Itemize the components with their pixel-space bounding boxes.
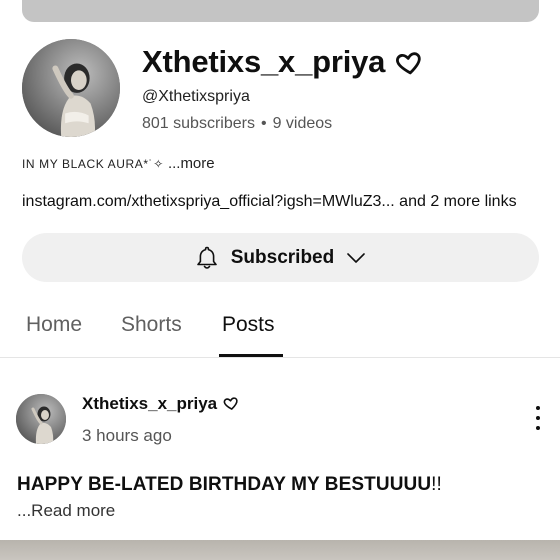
channel-avatar[interactable] <box>22 39 120 137</box>
channel-name: Xthetixs_x_priya <box>142 42 423 82</box>
bio-text: IN MY BLACK AURA*˙✧ <box>22 157 164 171</box>
channel-description[interactable]: IN MY BLACK AURA*˙✧ ...more <box>22 155 215 172</box>
channel-handle: @Xthetixspriya <box>142 88 250 105</box>
post-text-main: HAPPY BE-LATED BIRTHDAY MY BESTUUUU <box>17 474 432 495</box>
subscriber-count: 801 subscribers <box>142 115 255 132</box>
post-text-suffix: !! <box>431 474 442 495</box>
stats-separator: • <box>260 115 267 132</box>
chevron-down-icon <box>346 252 366 264</box>
active-tab-indicator <box>219 354 283 357</box>
tab-shorts[interactable]: Shorts <box>121 313 182 337</box>
post-image[interactable] <box>0 540 560 560</box>
more-vert-icon[interactable] <box>528 406 548 430</box>
channel-banner[interactable] <box>22 0 539 22</box>
subscribed-label: Subscribed <box>230 246 335 268</box>
tab-home[interactable]: Home <box>26 313 82 337</box>
video-count: 9 videos <box>272 115 333 132</box>
bio-more-link[interactable]: ...more <box>168 155 215 172</box>
subscribed-button[interactable]: Subscribed <box>22 233 539 282</box>
post-author-avatar[interactable] <box>16 394 66 444</box>
post-timestamp: 3 hours ago <box>82 426 172 445</box>
heart-outline-icon <box>223 397 239 411</box>
channel-tabs: Home Shorts Posts <box>0 300 560 358</box>
post-author[interactable]: Xthetixs_x_priya <box>82 394 239 414</box>
channel-name-text: Xthetixs_x_priya <box>142 44 386 79</box>
post-text: HAPPY BE-LATED BIRTHDAY MY BESTUUUU!! <box>17 474 442 496</box>
channel-links[interactable]: instagram.com/xthetixspriya_official?igs… <box>22 193 517 211</box>
heart-outline-icon <box>395 52 423 76</box>
channel-stats: 801 subscribers • 9 videos <box>142 115 332 133</box>
bell-icon <box>195 245 219 271</box>
read-more-link[interactable]: ...Read more <box>17 501 115 521</box>
tab-posts[interactable]: Posts <box>222 313 275 337</box>
post-author-name: Xthetixs_x_priya <box>82 394 218 413</box>
